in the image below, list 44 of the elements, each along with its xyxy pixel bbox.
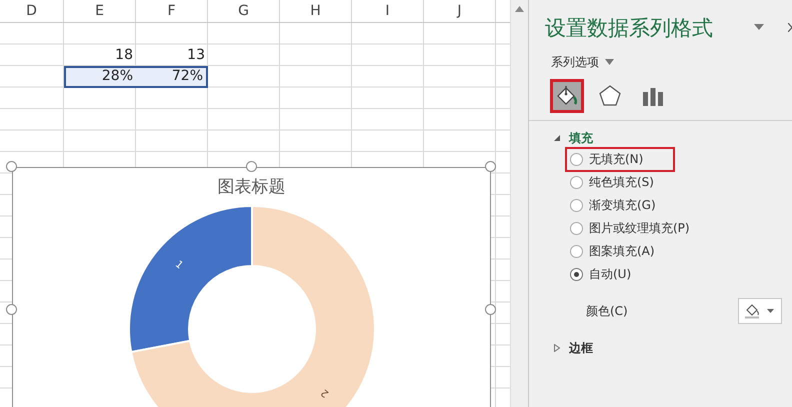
icon-tab[interactable] <box>550 79 584 113</box>
fill-color-button[interactable] <box>738 298 782 324</box>
chart-area[interactable]: 1 2 图表标题 <box>12 167 491 407</box>
category-label: 2 <box>319 386 332 400</box>
paint-bucket-icon <box>744 303 762 319</box>
cell-value: 28% <box>102 68 133 84</box>
radio-option[interactable]: 自动(U) <box>565 262 664 287</box>
resize-handle[interactable] <box>485 161 496 172</box>
resize-handle[interactable] <box>485 304 496 315</box>
series-options-label[interactable]: 系列选项 <box>551 54 599 70</box>
caret-icon <box>767 309 774 313</box>
dropdown-caret-icon[interactable] <box>605 59 614 65</box>
section-header[interactable]: 边框 <box>569 340 593 356</box>
chart-title: 图表标题 <box>218 176 286 198</box>
donut-slice[interactable] <box>128 205 253 354</box>
column-header[interactable]: J <box>424 0 496 22</box>
column-header[interactable]: H <box>280 0 352 22</box>
pentagon-icon <box>598 84 622 108</box>
column-header[interactable]: I <box>352 0 424 22</box>
expand-caret-icon[interactable] <box>553 344 561 352</box>
pane-title: 设置数据系列格式 <box>545 15 713 42</box>
radio-option[interactable]: 图片或纹理填充(P) <box>565 216 722 241</box>
donut-slice[interactable] <box>130 205 376 407</box>
column-header[interactable]: E <box>64 0 136 22</box>
radio-option[interactable]: 纯色填充(S) <box>565 170 686 195</box>
resize-handle[interactable] <box>6 161 17 172</box>
dropdown-caret-icon[interactable] <box>754 24 764 30</box>
cell-value: 18 <box>115 46 133 62</box>
resize-handle[interactable] <box>6 304 17 315</box>
column-header[interactable]: D <box>0 0 64 22</box>
resize-handle[interactable] <box>246 161 256 172</box>
expand-caret-icon[interactable] <box>553 134 561 142</box>
color-label: 颜色(C) <box>586 302 628 320</box>
column-header[interactable]: G <box>208 0 280 22</box>
column-header[interactable]: F <box>136 0 208 22</box>
scroll-up-icon[interactable] <box>515 6 524 12</box>
vertical-scrollbar[interactable] <box>510 0 529 407</box>
radio-option[interactable]: 无填充(N) <box>565 147 676 172</box>
category-label: 1 <box>172 258 185 272</box>
radio-option[interactable]: 图案填充(A) <box>565 239 687 264</box>
cell-value: 72% <box>172 68 203 84</box>
radio-option[interactable]: 渐变填充(G) <box>565 193 688 218</box>
section-header[interactable]: 填充 <box>569 130 593 146</box>
cell-value: 13 <box>187 46 205 62</box>
